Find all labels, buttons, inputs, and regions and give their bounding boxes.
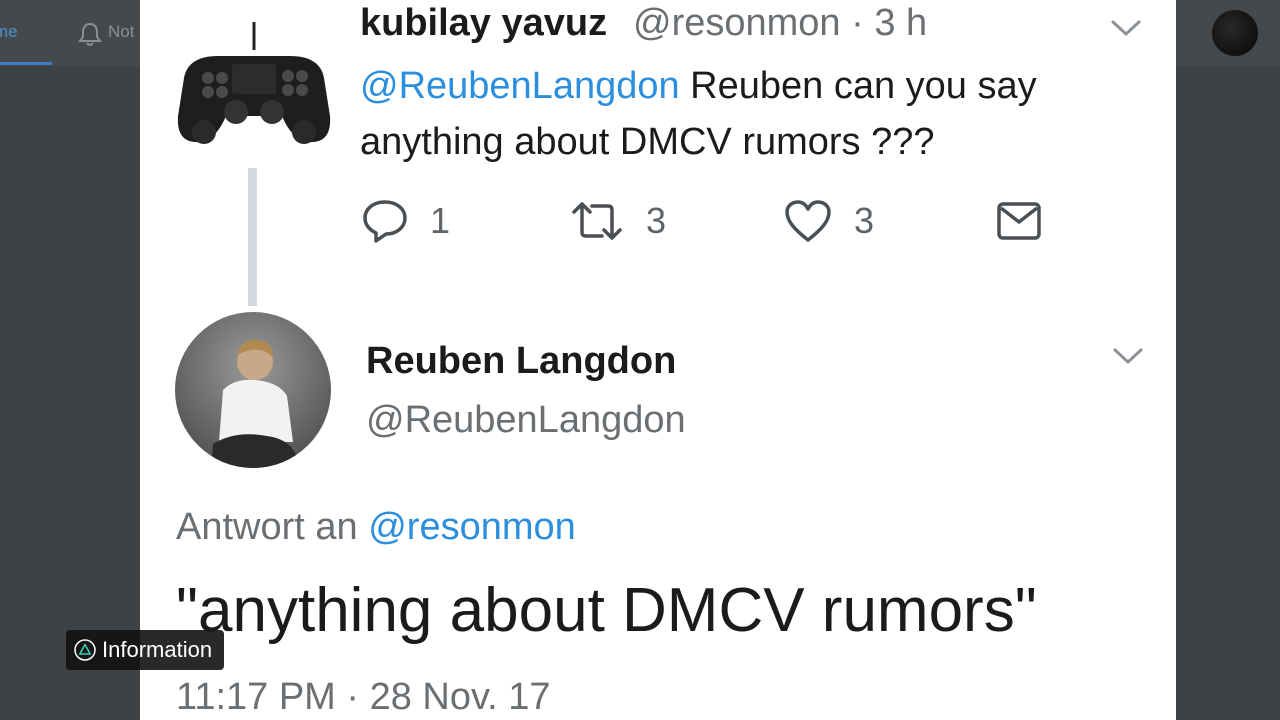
retweet-icon[interactable] <box>570 198 624 244</box>
retweet-action[interactable]: 3 <box>570 198 666 244</box>
reply-context: Antwort an @resonmon <box>176 506 576 549</box>
nav-home-active-indicator <box>0 62 52 65</box>
reply-author-name[interactable]: Reuben Langdon <box>366 340 676 383</box>
tweet-mention-link[interactable]: @ReubenLangdon <box>360 65 680 107</box>
reply-action[interactable]: 1 <box>362 198 450 244</box>
heart-icon[interactable] <box>784 198 832 244</box>
information-label: Information <box>102 637 213 662</box>
tweet-thread-card: kubilay yavuz @resonmon · 3 h @ReubenLan… <box>140 0 1176 720</box>
information-overlay[interactable]: Information <box>66 630 225 670</box>
account-avatar[interactable] <box>1212 10 1258 56</box>
triangle-button-icon <box>74 639 96 661</box>
reply-author-handle[interactable]: @ReubenLangdon <box>366 399 686 442</box>
reply-prefix: Antwort an <box>176 506 369 548</box>
thread-connector-line <box>248 168 257 306</box>
like-count: 3 <box>854 200 875 241</box>
reply-icon[interactable] <box>362 198 408 244</box>
reply-to-mention[interactable]: @resonmon <box>368 506 576 548</box>
tweet-text: @ReubenLangdon Reuben can you say anythi… <box>360 58 1140 170</box>
retweet-count: 3 <box>646 200 667 241</box>
bell-icon[interactable] <box>78 22 102 48</box>
tweet-author-name[interactable]: kubilay yavuz <box>360 2 607 45</box>
reply-timestamp[interactable]: 11:17 PM · 28 Nov. 17 <box>176 676 551 719</box>
reuben-avatar[interactable] <box>175 312 331 468</box>
tweet-author-handle-time[interactable]: @resonmon · 3 h <box>633 2 927 45</box>
gamepad-avatar[interactable] <box>174 20 334 150</box>
direct-message-action[interactable] <box>996 198 1042 244</box>
nav-notifications-label[interactable]: Not <box>108 22 134 42</box>
reply-count: 1 <box>430 200 451 241</box>
nav-home-label[interactable]: me <box>0 22 18 42</box>
chevron-down-icon[interactable] <box>1112 346 1144 366</box>
reply-tweet-text: "anything about DMCV rumors" <box>176 576 1037 645</box>
mail-icon[interactable] <box>996 200 1042 242</box>
like-action[interactable]: 3 <box>784 198 874 244</box>
chevron-down-icon[interactable] <box>1110 18 1142 38</box>
